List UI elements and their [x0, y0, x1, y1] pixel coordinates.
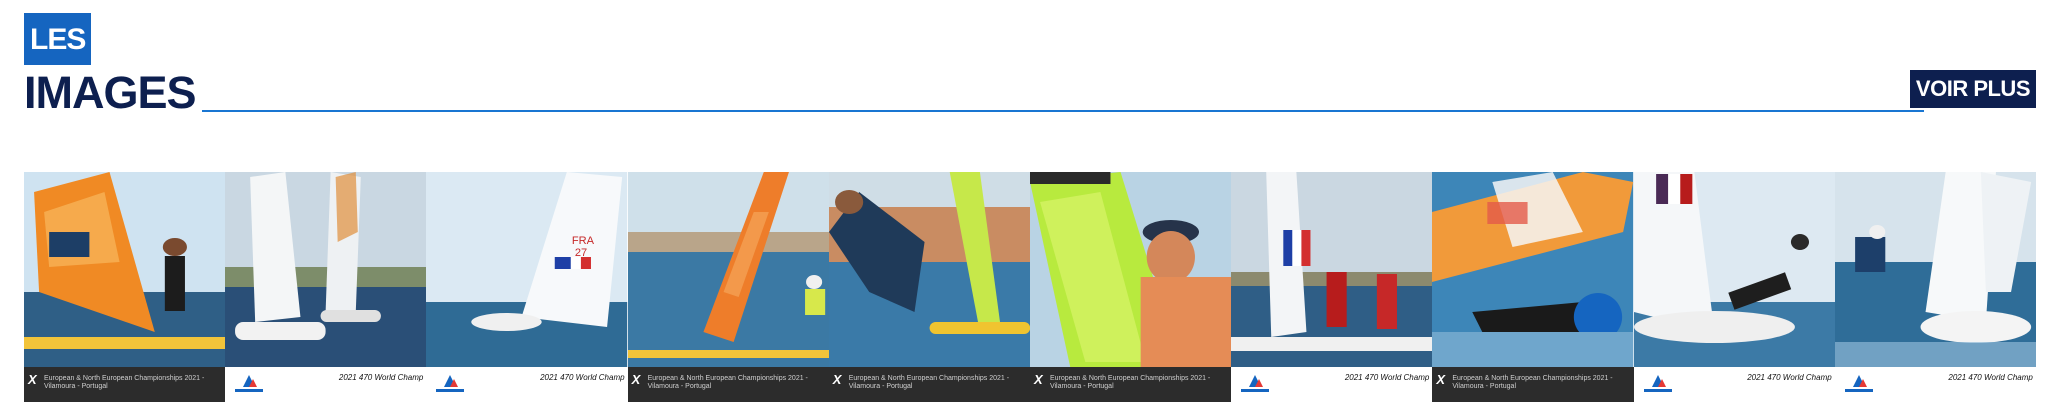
- dinghy-photo: [1633, 172, 1835, 367]
- photo-caption: 2021 470 World Champ: [426, 367, 628, 402]
- windsurfer-photo: [1029, 172, 1232, 367]
- gallery-image[interactable]: X European & North European Championship…: [828, 172, 1030, 402]
- windsurfer-photo: [828, 172, 1030, 367]
- dinghy-photo: [1834, 172, 2036, 367]
- world-sailing-logo: [1643, 375, 1672, 392]
- gallery-image[interactable]: X European & North European Championship…: [24, 172, 226, 402]
- image-gallery: X European & North European Championship…: [24, 172, 2036, 402]
- images-section-header: LES IMAGES VOIR PLUS: [24, 13, 2036, 118]
- gallery-image[interactable]: 2021 470 World Champ: [1834, 172, 2036, 402]
- world-sailing-logo: [235, 375, 264, 392]
- windsurfer-photo: [24, 172, 226, 367]
- gallery-image[interactable]: 2021 470 World Champ: [1633, 172, 1835, 402]
- world-sailing-logo: [436, 375, 465, 392]
- gallery-image[interactable]: FRA 27 2021 470 World Champ: [426, 172, 628, 402]
- section-title: IMAGES: [24, 67, 197, 118]
- brand-logo: X: [28, 372, 37, 387]
- windsurfer-photo: [1432, 172, 1634, 367]
- gallery-image[interactable]: X European & North European Championship…: [1432, 172, 1634, 402]
- photo-caption: X European & North European Championship…: [1432, 367, 1634, 402]
- photo-caption: 2021 470 World Champ: [1231, 367, 1433, 402]
- photo-caption: X European & North European Championship…: [24, 367, 226, 402]
- brand-logo: X: [631, 372, 641, 387]
- title-divider: [202, 110, 1924, 112]
- gallery-image[interactable]: 2021 470 World Champ: [225, 172, 427, 402]
- section-badge: LES: [24, 13, 92, 65]
- photo-caption: X European & North European Championship…: [627, 367, 829, 402]
- gallery-image[interactable]: X European & North European Championship…: [627, 172, 829, 402]
- brand-logo: X: [1033, 372, 1043, 387]
- windsurfer-photo: [627, 172, 829, 367]
- photo-caption: 2021 470 World Champ: [225, 367, 427, 402]
- world-sailing-logo: [1241, 375, 1270, 392]
- dinghy-photo: [225, 172, 427, 367]
- world-sailing-logo: [1844, 375, 1873, 392]
- svg-text:FRA: FRA: [572, 235, 595, 247]
- brand-logo: X: [1436, 372, 1445, 387]
- see-more-button[interactable]: VOIR PLUS: [1909, 70, 2036, 108]
- dinghy-photo: [1231, 172, 1433, 367]
- photo-caption: X European & North European Championship…: [828, 367, 1030, 402]
- svg-text:27: 27: [575, 247, 587, 259]
- photo-caption: 2021 470 World Champ: [1834, 367, 2036, 402]
- photo-caption: 2021 470 World Champ: [1633, 367, 1835, 402]
- dinghy-photo: FRA 27: [426, 172, 628, 367]
- gallery-image[interactable]: 2021 470 World Champ: [1231, 172, 1433, 402]
- gallery-image[interactable]: X European & North European Championship…: [1029, 172, 1232, 402]
- photo-caption: X European & North European Championship…: [1029, 367, 1232, 402]
- brand-logo: X: [832, 372, 842, 387]
